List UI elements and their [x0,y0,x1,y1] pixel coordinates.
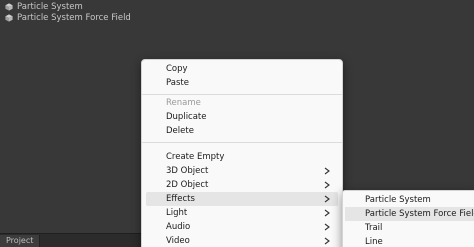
menu-item-label: Light [166,208,188,218]
hierarchy-item-label: Particle System [17,1,83,12]
cube-icon [5,2,13,11]
menu-item-paste[interactable]: Paste [146,76,338,90]
menu-item-label: Audio [166,222,191,232]
menu-item-label: 3D Object [166,166,209,176]
menu-item-label: Effects [166,194,195,204]
chevron-right-icon [324,181,330,189]
menu-item-2d-object[interactable]: 2D Object [146,178,338,192]
menu-separator [142,94,342,95]
menu-item-delete[interactable]: Delete [146,124,338,138]
chevron-right-icon [324,237,330,245]
hierarchy-item-particle-system-force-field[interactable]: Particle System Force Field [5,12,131,23]
cube-icon [5,13,13,22]
menu-separator [142,142,342,143]
context-menu: Copy Paste Rename Duplicate Delete Creat… [141,59,343,247]
menu-item-rename: Rename [166,98,201,108]
editor-window: Particle System Particle System Force Fi… [0,0,474,247]
submenu-item-trail[interactable]: Trail [345,221,474,235]
menu-item-video[interactable]: Video [146,234,338,247]
chevron-right-icon [324,195,330,203]
menu-item-effects[interactable]: Effects [146,192,338,206]
submenu-item-line[interactable]: Line [345,235,474,247]
chevron-right-icon [324,167,330,175]
menu-item-label: 2D Object [166,180,209,190]
effects-submenu: Particle System Particle System Force Fi… [342,190,474,247]
tab-project[interactable]: Project [0,235,41,247]
menu-item-3d-object[interactable]: 3D Object [146,164,338,178]
menu-item-create-empty[interactable]: Create Empty [146,150,338,164]
menu-item-light[interactable]: Light [146,206,338,220]
submenu-item-particle-system[interactable]: Particle System [345,193,474,207]
menu-item-label: Video [166,236,190,246]
menu-item-audio[interactable]: Audio [146,220,338,234]
menu-item-copy[interactable]: Copy [146,62,338,76]
chevron-right-icon [324,223,330,231]
hierarchy-item-particle-system[interactable]: Particle System [5,1,83,12]
menu-item-duplicate[interactable]: Duplicate [146,110,338,124]
submenu-item-particle-system-force-field[interactable]: Particle System Force Field [345,207,474,221]
chevron-right-icon [324,209,330,217]
hierarchy-item-label: Particle System Force Field [17,12,131,23]
